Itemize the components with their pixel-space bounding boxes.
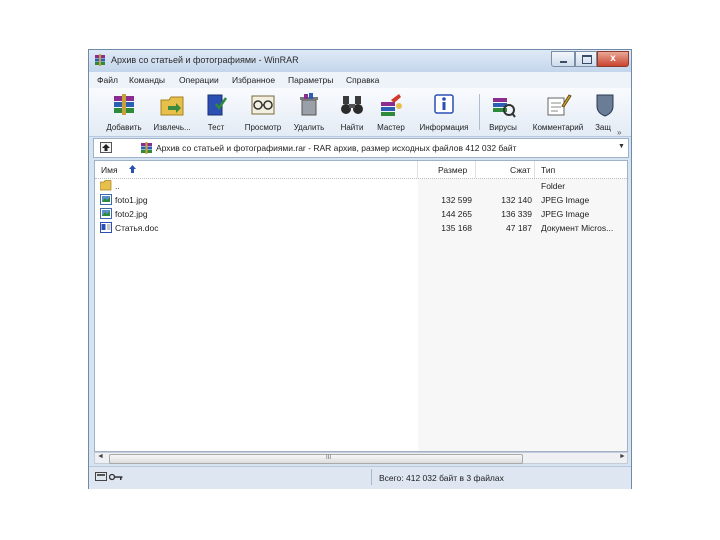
list-row-article[interactable]: Статья.doc 135 168 47 187 Документ Micro… (95, 221, 627, 235)
up-arrow-icon (102, 144, 110, 151)
list-row-parent[interactable]: .. Folder (95, 179, 627, 193)
close-button[interactable]: x (597, 51, 629, 67)
protect-icon (596, 94, 614, 117)
file-name: Статья.doc (115, 223, 159, 233)
info-button[interactable]: Информация (415, 90, 473, 134)
file-name: .. (115, 181, 120, 191)
folder-up-icon (100, 180, 112, 191)
word-document-icon (100, 222, 112, 233)
wizard-label: Мастер (377, 123, 405, 132)
menu-file[interactable]: Файл (97, 75, 118, 85)
winrar-window: Архив со статьей и фотографиями - WinRAR… (88, 49, 632, 489)
archive-books-icon (114, 94, 134, 115)
file-list[interactable]: Имя Размер Сжат Тип .. Folder foto1.jpg … (94, 160, 628, 452)
column-packed[interactable]: Сжат (510, 165, 530, 175)
virus-scan-label: Вирусы (489, 123, 517, 132)
test-label: Тест (207, 123, 225, 132)
comment-button[interactable]: Комментарий (527, 90, 589, 134)
delete-trash-icon (300, 93, 318, 116)
protect-label: Защ (595, 123, 611, 132)
menu-help[interactable]: Справка (346, 75, 379, 85)
column-name[interactable]: Имя (101, 165, 118, 175)
column-divider[interactable] (417, 161, 418, 178)
protect-button[interactable]: Защ (591, 90, 615, 134)
column-type[interactable]: Тип (541, 165, 555, 175)
list-row-foto1[interactable]: foto1.jpg 132 599 132 140 JPEG Image (95, 193, 627, 207)
info-icon (434, 94, 454, 114)
window-title: Архив со статьей и фотографиями - WinRAR (111, 55, 299, 65)
delete-button[interactable]: Удалить (289, 90, 329, 134)
add-label: Добавить (106, 123, 142, 132)
find-label: Найти (340, 123, 364, 132)
maximize-button[interactable] (575, 51, 597, 67)
status-summary: Всего: 412 032 байт в 3 файлах (379, 473, 504, 483)
address-bar[interactable]: Архив со статьей и фотографиями.rar - RA… (93, 138, 629, 158)
comment-pen-icon (547, 94, 572, 116)
title-bar[interactable]: Архив со статьей и фотографиями - WinRAR… (89, 50, 631, 72)
sort-up-icon[interactable] (128, 164, 137, 174)
file-name: foto2.jpg (115, 209, 148, 219)
status-bar: Всего: 412 032 байт в 3 файлах (89, 466, 631, 489)
file-type: Folder (541, 181, 566, 191)
file-name: foto1.jpg (115, 195, 148, 205)
file-packed: 132 140 (501, 195, 532, 205)
test-button[interactable]: Тест (199, 90, 233, 134)
find-button[interactable]: Найти (335, 90, 369, 134)
view-label: Просмотр (244, 123, 282, 132)
status-separator (371, 469, 372, 485)
file-size: 132 599 (441, 195, 472, 205)
key-icon[interactable] (109, 473, 123, 481)
up-folder-button[interactable] (100, 142, 112, 153)
file-type: Документ Micros... (541, 223, 614, 233)
menu-commands[interactable]: Команды (129, 75, 165, 85)
close-icon: x (610, 53, 616, 64)
disk-icon[interactable] (95, 472, 107, 481)
comment-label: Комментарий (532, 123, 584, 132)
file-type: JPEG Image (541, 209, 590, 219)
extract-button[interactable]: Извлечь... (149, 90, 195, 134)
list-header: Имя Размер Сжат Тип (95, 161, 627, 179)
view-button[interactable]: Просмотр (239, 90, 287, 134)
menu-favorites[interactable]: Избранное (232, 75, 275, 85)
view-glasses-icon (251, 95, 275, 115)
column-divider[interactable] (475, 161, 476, 178)
test-book-icon (207, 94, 228, 116)
extract-folder-icon (160, 96, 184, 116)
minimize-button[interactable] (551, 51, 575, 67)
toolbar-separator (479, 94, 480, 130)
winrar-app-icon[interactable] (94, 54, 106, 67)
scroll-left-icon[interactable]: ◄ (97, 453, 104, 460)
list-row-foto2[interactable]: foto2.jpg 144 265 136 339 JPEG Image (95, 207, 627, 221)
virus-scan-button[interactable]: Вирусы (483, 90, 523, 134)
add-button[interactable]: Добавить (101, 90, 147, 134)
image-file-icon (100, 194, 112, 205)
toolbar: Добавить Извлечь... Тест Просмотр Удалит… (89, 88, 631, 137)
file-packed: 47 187 (506, 223, 532, 233)
file-type: JPEG Image (541, 195, 590, 205)
horizontal-scrollbar[interactable]: ◄ III ► (94, 452, 628, 464)
delete-label: Удалить (293, 123, 325, 132)
menu-options[interactable]: Параметры (288, 75, 333, 85)
column-divider[interactable] (534, 161, 535, 178)
archive-small-icon (141, 142, 152, 154)
toolbar-overflow-icon[interactable]: » (617, 128, 621, 137)
wizard-icon (381, 94, 402, 116)
menu-operations[interactable]: Операции (179, 75, 219, 85)
column-size[interactable]: Размер (438, 165, 467, 175)
virus-scan-icon (493, 98, 516, 118)
binoculars-icon (341, 96, 363, 114)
info-label: Информация (419, 123, 469, 132)
wizard-button[interactable]: Мастер (373, 90, 409, 134)
file-packed: 136 339 (501, 209, 532, 219)
image-file-icon (100, 208, 112, 219)
file-size: 144 265 (441, 209, 472, 219)
scroll-grip-icon: III (326, 455, 332, 461)
address-path: Архив со статьей и фотографиями.rar - RA… (156, 143, 517, 153)
address-dropdown-icon[interactable]: ▼ (618, 143, 625, 150)
file-size: 135 168 (441, 223, 472, 233)
extract-label: Извлечь... (153, 123, 191, 132)
scroll-right-icon[interactable]: ► (619, 453, 626, 460)
menu-bar: Файл Команды Операции Избранное Параметр… (89, 72, 631, 89)
scroll-thumb[interactable]: III (109, 454, 523, 464)
